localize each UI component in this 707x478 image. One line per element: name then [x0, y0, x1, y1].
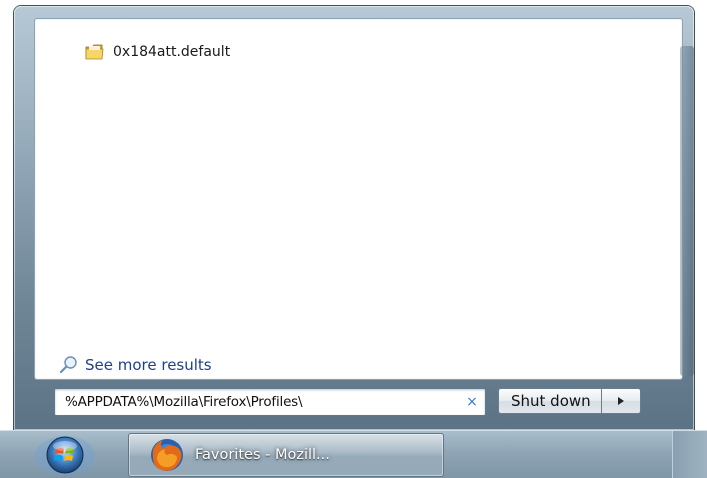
search-results-pane: 0x184att.default See more results	[34, 18, 683, 380]
search-input[interactable]: %APPDATA%\Mozilla\Firefox\Profiles\	[55, 394, 462, 410]
firefox-icon	[145, 435, 189, 475]
taskbar-button-label: Favorites - Mozill...	[195, 447, 330, 463]
taskbar: Favorites - Mozill...	[0, 430, 707, 478]
start-menu: 0x184att.default See more results %APPDA…	[14, 6, 694, 430]
magnifier-icon	[59, 355, 78, 374]
shutdown-group: Shut down	[498, 388, 641, 414]
clear-search-icon[interactable]: ×	[462, 394, 482, 410]
taskbar-tray-edge	[672, 431, 707, 478]
taskbar-button-firefox[interactable]: Favorites - Mozill...	[128, 433, 444, 477]
see-more-results-link[interactable]: See more results	[59, 355, 212, 374]
start-search-box[interactable]: %APPDATA%\Mozilla\Firefox\Profiles\ ×	[54, 388, 486, 416]
start-button[interactable]	[28, 433, 102, 477]
folder-icon	[85, 44, 105, 61]
search-result-label: 0x184att.default	[113, 44, 231, 60]
shutdown-options-button[interactable]	[600, 388, 641, 414]
arrow-right-icon	[617, 397, 624, 405]
shutdown-button[interactable]: Shut down	[498, 388, 601, 414]
windows-orb-icon	[35, 436, 95, 476]
screen: 0x184att.default See more results %APPDA…	[0, 0, 707, 478]
see-more-results-label: See more results	[85, 355, 212, 374]
search-result-item[interactable]: 0x184att.default	[85, 41, 230, 63]
